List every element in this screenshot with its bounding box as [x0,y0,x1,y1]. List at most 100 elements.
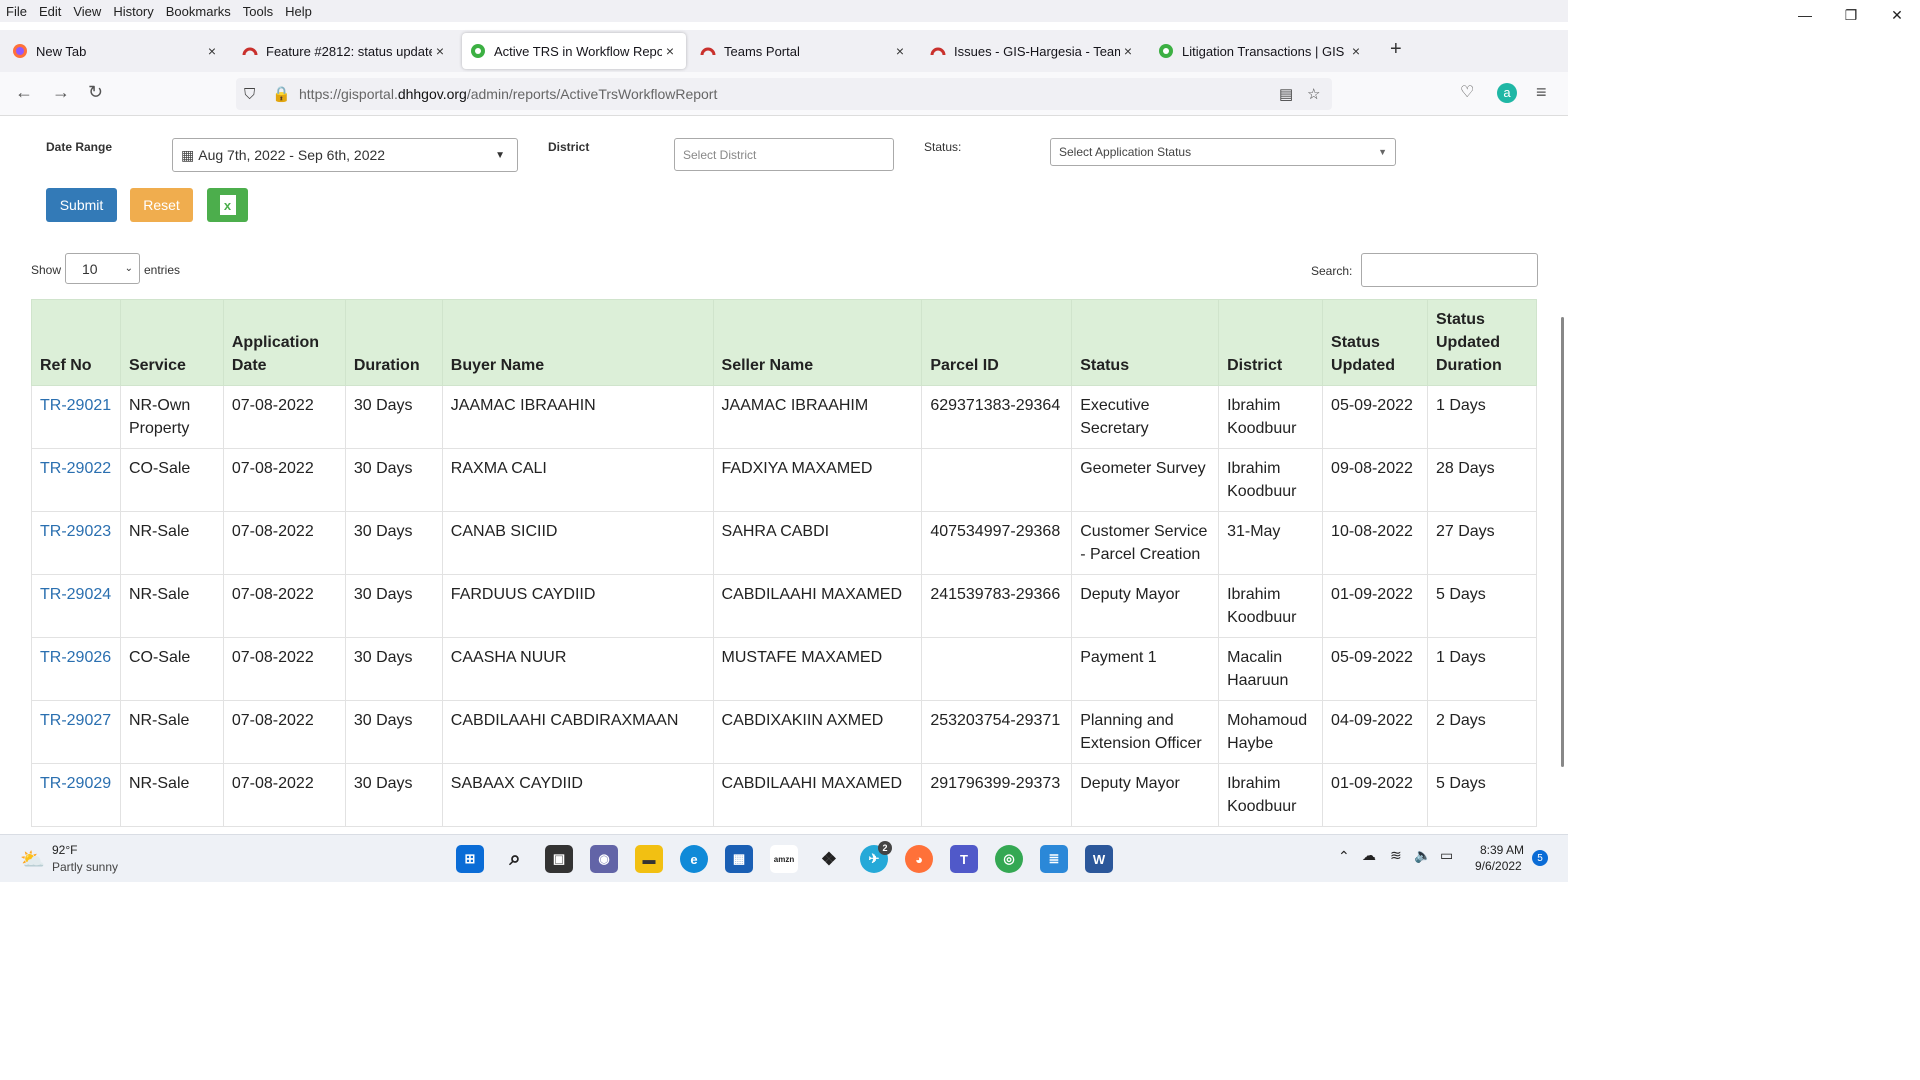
cell-ref-no[interactable]: TR-29021 [31,385,121,449]
menu-view[interactable]: View [67,4,107,19]
clock-date[interactable]: 9/6/2022 [1475,859,1522,873]
cell-ref-no[interactable]: TR-29022 [31,448,121,512]
district-select[interactable]: Select District [674,138,894,171]
notepad-icon[interactable]: ≣ [1040,845,1068,873]
tab-close-icon[interactable]: × [204,43,220,59]
notification-badge[interactable]: 5 [1532,850,1548,866]
messaging-icon[interactable]: ✈ 2 [860,841,892,873]
col-status[interactable]: Status [1071,299,1220,386]
reset-button[interactable]: Reset [130,188,193,222]
cell-ref-no[interactable]: TR-29024 [31,574,121,638]
date-range-label: Date Range [46,140,113,154]
tab-feature-2812[interactable]: Feature #2812: status update da × [234,33,456,69]
chat-icon[interactable]: ◉ [590,845,618,873]
col-service[interactable]: Service [119,299,224,386]
bookmark-star-icon[interactable]: ☆ [1307,85,1320,103]
amazon-icon[interactable]: amzn [770,845,798,873]
menu-help[interactable]: Help [279,4,318,19]
start-windows-icon[interactable]: ⊞ [456,845,484,873]
entries-select[interactable]: 10 ⌄ [65,253,140,284]
teams-icon[interactable]: T [950,845,978,873]
page-scrollbar[interactable] [1561,317,1564,767]
restore-button[interactable]: ❐ [1828,0,1874,30]
menu-bookmarks[interactable]: Bookmarks [160,4,237,19]
col-seller-name[interactable]: Seller Name [712,299,923,386]
weather-icon[interactable]: ⛅ [20,847,45,872]
cell-ref-no[interactable]: TR-29029 [31,763,121,827]
tab-close-icon[interactable]: × [1348,43,1364,59]
word-icon[interactable]: W [1085,845,1113,873]
chrome-icon[interactable]: ◎ [995,845,1023,873]
minimize-button[interactable]: — [1782,0,1828,30]
teams-portal-icon [700,43,716,59]
lock-icon[interactable]: 🔒 [272,85,291,103]
clock-time[interactable]: 8:39 AM [1480,843,1524,857]
col-status-updated[interactable]: Status Updated [1322,299,1428,386]
col-application-date[interactable]: Application Date [222,299,346,386]
url-bar[interactable]: ⛉ 🔒 https://gisportal.dhhgov.org/admin/r… [236,78,1332,110]
speaker-icon[interactable]: 🔈 [1414,847,1431,864]
reader-view-icon[interactable]: ▤ [1279,85,1293,103]
col-parcel-id[interactable]: Parcel ID [921,299,1073,386]
hamburger-menu-icon[interactable]: ≡ [1536,82,1547,103]
cell-seller-name: CABDILAAHI MAXAMED [712,763,923,827]
firefox-taskbar-icon[interactable]: ◕ [905,845,933,873]
excel-export-button[interactable]: x [207,188,248,222]
wifi-icon[interactable]: ≋ [1390,847,1402,864]
edge-icon[interactable]: e [680,845,708,873]
tab-close-icon[interactable]: × [662,43,678,59]
cell-buyer-name: SABAAX CAYDIID [441,763,714,827]
menu-edit[interactable]: Edit [33,4,67,19]
cell-ref-no[interactable]: TR-29027 [31,700,121,764]
account-avatar-icon[interactable]: a [1497,83,1517,103]
onedrive-icon[interactable]: ☁ [1362,847,1376,864]
task-view-icon[interactable]: ▣ [545,845,573,873]
tab-close-icon[interactable]: × [432,43,448,59]
col-status-updated-duration[interactable]: Status Updated Duration [1426,299,1538,386]
close-window-button[interactable]: ✕ [1874,0,1920,30]
col-district[interactable]: District [1218,299,1324,386]
tab-teams-portal[interactable]: Teams Portal × [692,33,916,69]
cell-parcel-id: 407534997-29368 [921,511,1073,575]
district-placeholder: Select District [683,147,757,162]
menu-tools[interactable]: Tools [237,4,279,19]
store-icon[interactable]: ▦ [725,845,753,873]
menu-history[interactable]: History [107,4,159,19]
cell-status-updated-duration: 28 Days [1426,448,1538,512]
tab-litigation[interactable]: Litigation Transactions | GIS Por × [1150,33,1372,69]
tab-active-trs-report[interactable]: Active TRS in Workflow Report × [462,33,686,69]
cell-application-date: 07-08-2022 [222,700,346,764]
col-buyer-name[interactable]: Buyer Name [441,299,714,386]
pocket-icon[interactable]: ♡ [1460,82,1474,102]
forward-arrow-icon[interactable]: → [52,82,70,103]
cell-status-updated-duration: 5 Days [1426,763,1538,827]
calendar-icon: ▦ [181,146,195,163]
date-range-picker[interactable]: ▦ Aug 7th, 2022 - Sep 6th, 2022 ▼ [172,138,518,172]
col-duration[interactable]: Duration [344,299,443,386]
cell-district: Ibrahim Koodbuur [1218,448,1324,512]
tab-close-icon[interactable]: × [1120,43,1136,59]
file-explorer-icon[interactable]: ▬ [635,845,663,873]
tab-new-tab[interactable]: New Tab × [4,33,228,69]
reload-icon[interactable]: ↻ [88,82,103,103]
col-ref-no[interactable]: Ref No [31,299,121,386]
shield-icon[interactable]: ⛉ [244,86,255,103]
tab-issues-gis[interactable]: Issues - GIS-Hargesia - Teams P × [922,33,1144,69]
status-select[interactable]: Select Application Status ▼ [1050,138,1396,166]
chevron-up-icon[interactable]: ⌃ [1338,848,1350,865]
status-label: Status: [924,140,962,154]
tab-close-icon[interactable]: × [892,43,908,59]
cell-ref-no[interactable]: TR-29026 [31,637,121,701]
menu-file[interactable]: File [0,4,33,19]
back-arrow-icon[interactable]: ← [15,82,33,103]
search-icon[interactable]: ⌕ [501,845,529,873]
dropbox-icon[interactable]: ❖ [815,845,843,873]
search-input[interactable] [1361,253,1538,287]
battery-icon[interactable]: ▭ [1440,847,1453,864]
new-tab-plus-icon[interactable]: + [1390,38,1402,61]
windows-taskbar: ⛅ 92°F Partly sunny ⊞ ⌕ ▣ ◉ ▬ e ▦ amzn ❖… [0,834,1568,882]
badge-count: 2 [878,841,892,855]
cell-seller-name: CABDILAAHI MAXAMED [712,574,923,638]
submit-button[interactable]: Submit [46,188,117,222]
cell-ref-no[interactable]: TR-29023 [31,511,121,575]
